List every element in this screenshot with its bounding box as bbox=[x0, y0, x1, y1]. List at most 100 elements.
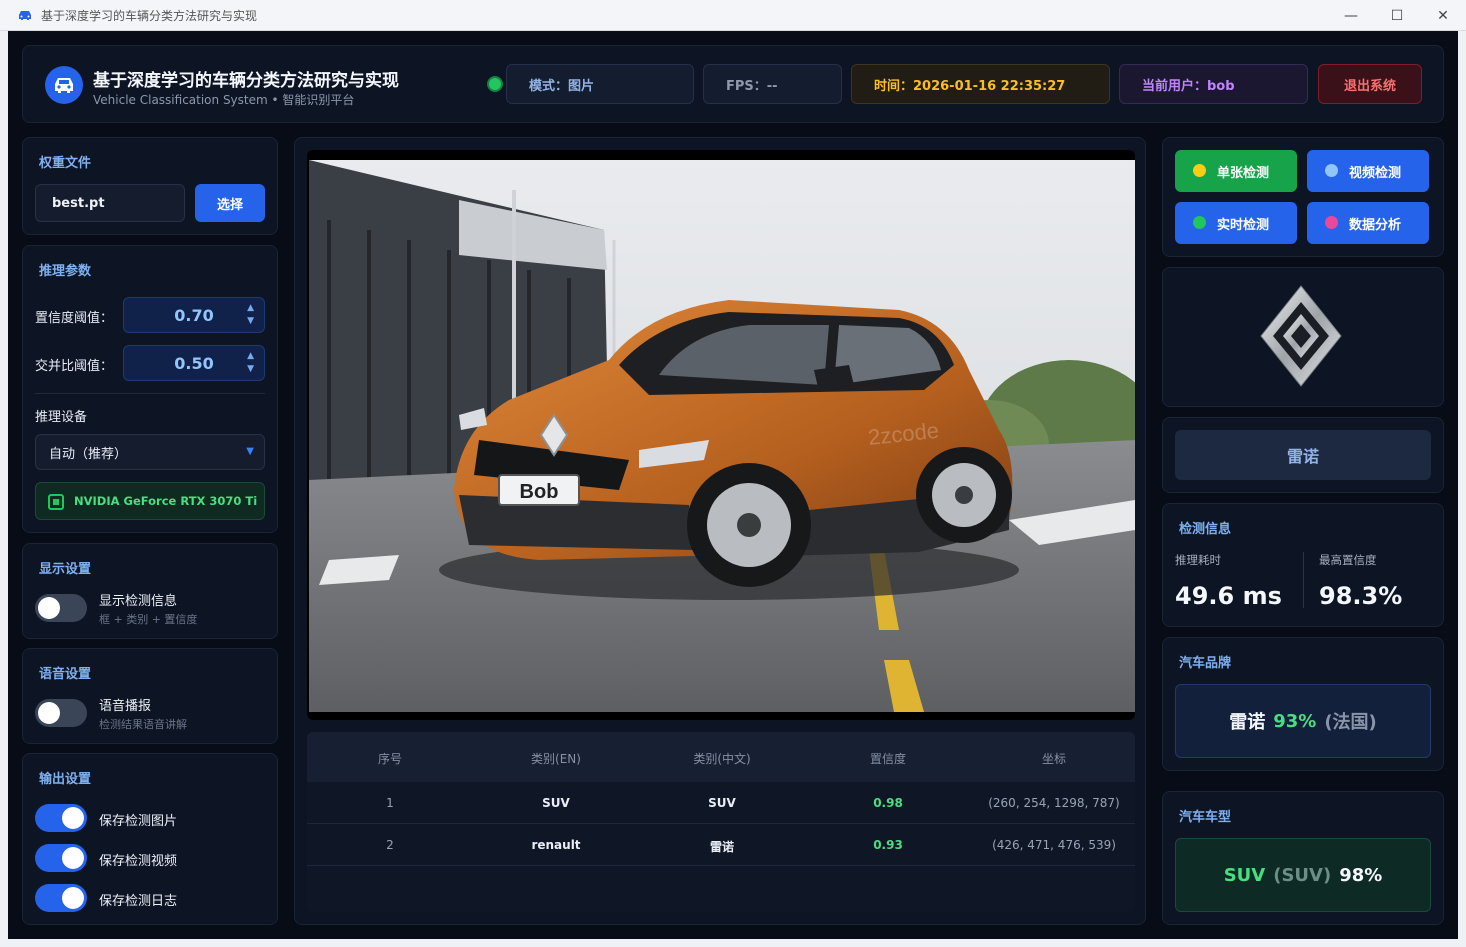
row-coords: (260, 254, 1298, 787) bbox=[988, 796, 1120, 810]
row-index: 1 bbox=[386, 796, 394, 810]
center-panel: Bob 2zcode 序号 类别(EN) 类别(中文) 置信度 坐标 1 SUV… bbox=[294, 137, 1146, 925]
minimize-button[interactable]: — bbox=[1328, 0, 1374, 31]
row-class-en: SUV bbox=[542, 796, 570, 810]
window-title: 基于深度学习的车辆分类方法研究与实现 bbox=[41, 8, 258, 23]
output-panel: 输出设置 保存检测图片 保存检测视频 保存检测日志 bbox=[22, 753, 278, 925]
status-indicator bbox=[487, 76, 503, 92]
col-coords: 坐标 bbox=[1041, 752, 1066, 766]
car-model-name: SUV bbox=[1223, 864, 1266, 886]
data-analysis-button[interactable]: 数据分析 bbox=[1307, 202, 1429, 244]
row-coords: (426, 471, 476, 539) bbox=[992, 838, 1116, 852]
save-image-label: 保存检测图片 bbox=[99, 814, 178, 829]
device-label: 推理设备 bbox=[35, 410, 88, 425]
show-info-toggle[interactable] bbox=[35, 594, 87, 622]
max-conf-label: 最高置信度 bbox=[1319, 553, 1377, 567]
mode-buttons-panel: 单张检测 视频检测 实时检测 数据分析 bbox=[1162, 137, 1444, 257]
voice-toggle[interactable] bbox=[35, 699, 87, 727]
gpu-name: NVIDIA GeForce RTX 3070 Ti bbox=[74, 494, 258, 508]
brand-name: 雷诺 bbox=[1175, 430, 1431, 480]
inference-time-label: 推理耗时 bbox=[1175, 553, 1221, 567]
save-image-toggle[interactable] bbox=[35, 804, 87, 832]
detection-info-panel: 检测信息 推理耗时 49.6 ms 最高置信度 98.3% bbox=[1162, 503, 1444, 627]
voice-panel: 语音设置 语音播报 检测结果语音讲解 bbox=[22, 648, 278, 744]
video-detect-button[interactable]: 视频检测 bbox=[1307, 150, 1429, 192]
realtime-detect-button[interactable]: 实时检测 bbox=[1175, 202, 1297, 244]
maximize-button[interactable]: ☐ bbox=[1374, 0, 1420, 31]
col-class-cn: 类别(中文) bbox=[693, 752, 751, 766]
inference-time-value: 49.6 ms bbox=[1175, 582, 1282, 610]
user-badge: 当前用户：bob bbox=[1119, 64, 1308, 104]
dot-icon bbox=[1325, 164, 1338, 177]
data-analysis-label: 数据分析 bbox=[1349, 217, 1402, 233]
car-model-pct: 98% bbox=[1339, 864, 1383, 886]
col-class-en: 类别(EN) bbox=[531, 752, 581, 766]
voice-title: 语音设置 bbox=[39, 667, 92, 682]
license-plate-text: Bob bbox=[520, 481, 559, 503]
col-index: 序号 bbox=[377, 752, 402, 766]
weights-title: 权重文件 bbox=[39, 156, 92, 171]
display-title: 显示设置 bbox=[39, 562, 92, 577]
voice-label: 语音播报 bbox=[99, 699, 152, 714]
col-confidence: 置信度 bbox=[869, 752, 906, 766]
car-brand-name: 雷诺 bbox=[1229, 712, 1266, 733]
results-table: 序号 类别(EN) 类别(中文) 置信度 坐标 1 SUV SUV 0.98 (… bbox=[307, 732, 1135, 912]
display-panel: 显示设置 显示检测信息 框 + 类别 + 置信度 bbox=[22, 543, 278, 639]
iou-label: 交并比阈值： bbox=[35, 359, 114, 374]
conf-spinbox[interactable]: 0.70 ▲ ▼ bbox=[123, 297, 265, 333]
app-subtitle: Vehicle Classification System • 智能识别平台 bbox=[93, 93, 355, 107]
car-brand-title: 汽车品牌 bbox=[1179, 656, 1232, 671]
row-class-en: renault bbox=[531, 838, 581, 852]
save-log-toggle[interactable] bbox=[35, 884, 87, 912]
table-header: 序号 类别(EN) 类别(中文) 置信度 坐标 bbox=[307, 732, 1135, 782]
car-brand-country: (法国) bbox=[1324, 712, 1377, 733]
renault-logo-icon bbox=[1260, 285, 1342, 387]
iou-spinbox[interactable]: 0.50 ▲ ▼ bbox=[123, 345, 265, 381]
output-title: 输出设置 bbox=[39, 772, 92, 787]
divider bbox=[35, 393, 265, 394]
conf-value: 0.70 bbox=[174, 305, 214, 325]
device-value: 自动（推荐） bbox=[49, 446, 128, 462]
max-conf-value: 98.3% bbox=[1319, 582, 1403, 610]
table-row[interactable]: 2 renault 雷诺 0.93 (426, 471, 476, 539) bbox=[307, 824, 1135, 866]
chevron-down-icon: ▼ bbox=[246, 446, 254, 457]
window-titlebar: 基于深度学习的车辆分类方法研究与实现 — ☐ ✕ bbox=[0, 0, 1466, 31]
car-icon bbox=[19, 11, 31, 20]
choose-weights-button[interactable]: 选择 bbox=[195, 184, 265, 222]
table-row[interactable]: 1 SUV SUV 0.98 (260, 254, 1298, 787) bbox=[307, 782, 1135, 824]
spin-arrows-icon[interactable]: ▲ ▼ bbox=[247, 302, 254, 328]
logout-button[interactable]: 退出系统 bbox=[1318, 64, 1422, 104]
car-brand-pct: 93% bbox=[1273, 710, 1317, 732]
car-model-card: SUV (SUV) 98% bbox=[1175, 838, 1431, 912]
spin-arrows-icon[interactable]: ▲ ▼ bbox=[247, 350, 254, 376]
header-panel: 基于深度学习的车辆分类方法研究与实现 Vehicle Classificatio… bbox=[22, 45, 1444, 123]
realtime-detect-label: 实时检测 bbox=[1217, 217, 1270, 233]
single-detect-button[interactable]: 单张检测 bbox=[1175, 150, 1297, 192]
car-model-panel: 汽车车型 SUV (SUV) 98% bbox=[1162, 791, 1444, 925]
device-select[interactable]: 自动（推荐） ▼ bbox=[35, 434, 265, 470]
save-log-label: 保存检测日志 bbox=[99, 894, 178, 909]
inference-panel: 推理参数 置信度阈值： 0.70 ▲ ▼ 交并比阈值： 0.50 ▲ ▼ 推理设备 … bbox=[22, 245, 278, 533]
car-brand-panel: 汽车品牌 雷诺 93% (法国) bbox=[1162, 637, 1444, 771]
conf-label: 置信度阈值： bbox=[35, 311, 114, 326]
row-class-cn: SUV bbox=[708, 796, 736, 810]
single-detect-label: 单张检测 bbox=[1217, 165, 1270, 181]
car-model-title: 汽车车型 bbox=[1179, 810, 1232, 825]
inference-title: 推理参数 bbox=[39, 264, 92, 279]
time-badge: 时间：2026-01-16 22:35:27 bbox=[851, 64, 1110, 104]
row-index: 2 bbox=[386, 838, 394, 852]
app-logo bbox=[45, 66, 83, 104]
close-button[interactable]: ✕ bbox=[1420, 0, 1466, 31]
show-info-sub: 框 + 类别 + 置信度 bbox=[99, 613, 198, 626]
save-video-toggle[interactable] bbox=[35, 844, 87, 872]
divider bbox=[1303, 552, 1304, 608]
voice-sub: 检测结果语音讲解 bbox=[99, 718, 187, 731]
vehicle-photo: Bob 2zcode bbox=[309, 160, 1135, 712]
brand-name-panel: 雷诺 bbox=[1162, 417, 1444, 493]
car-icon bbox=[55, 78, 73, 93]
save-video-label: 保存检测视频 bbox=[99, 854, 178, 869]
car-model-alt: (SUV) bbox=[1273, 864, 1332, 886]
show-info-label: 显示检测信息 bbox=[99, 594, 178, 609]
weights-file-field[interactable]: best.pt bbox=[35, 184, 185, 222]
brand-logo-panel bbox=[1162, 267, 1444, 407]
row-confidence: 0.93 bbox=[873, 838, 903, 852]
